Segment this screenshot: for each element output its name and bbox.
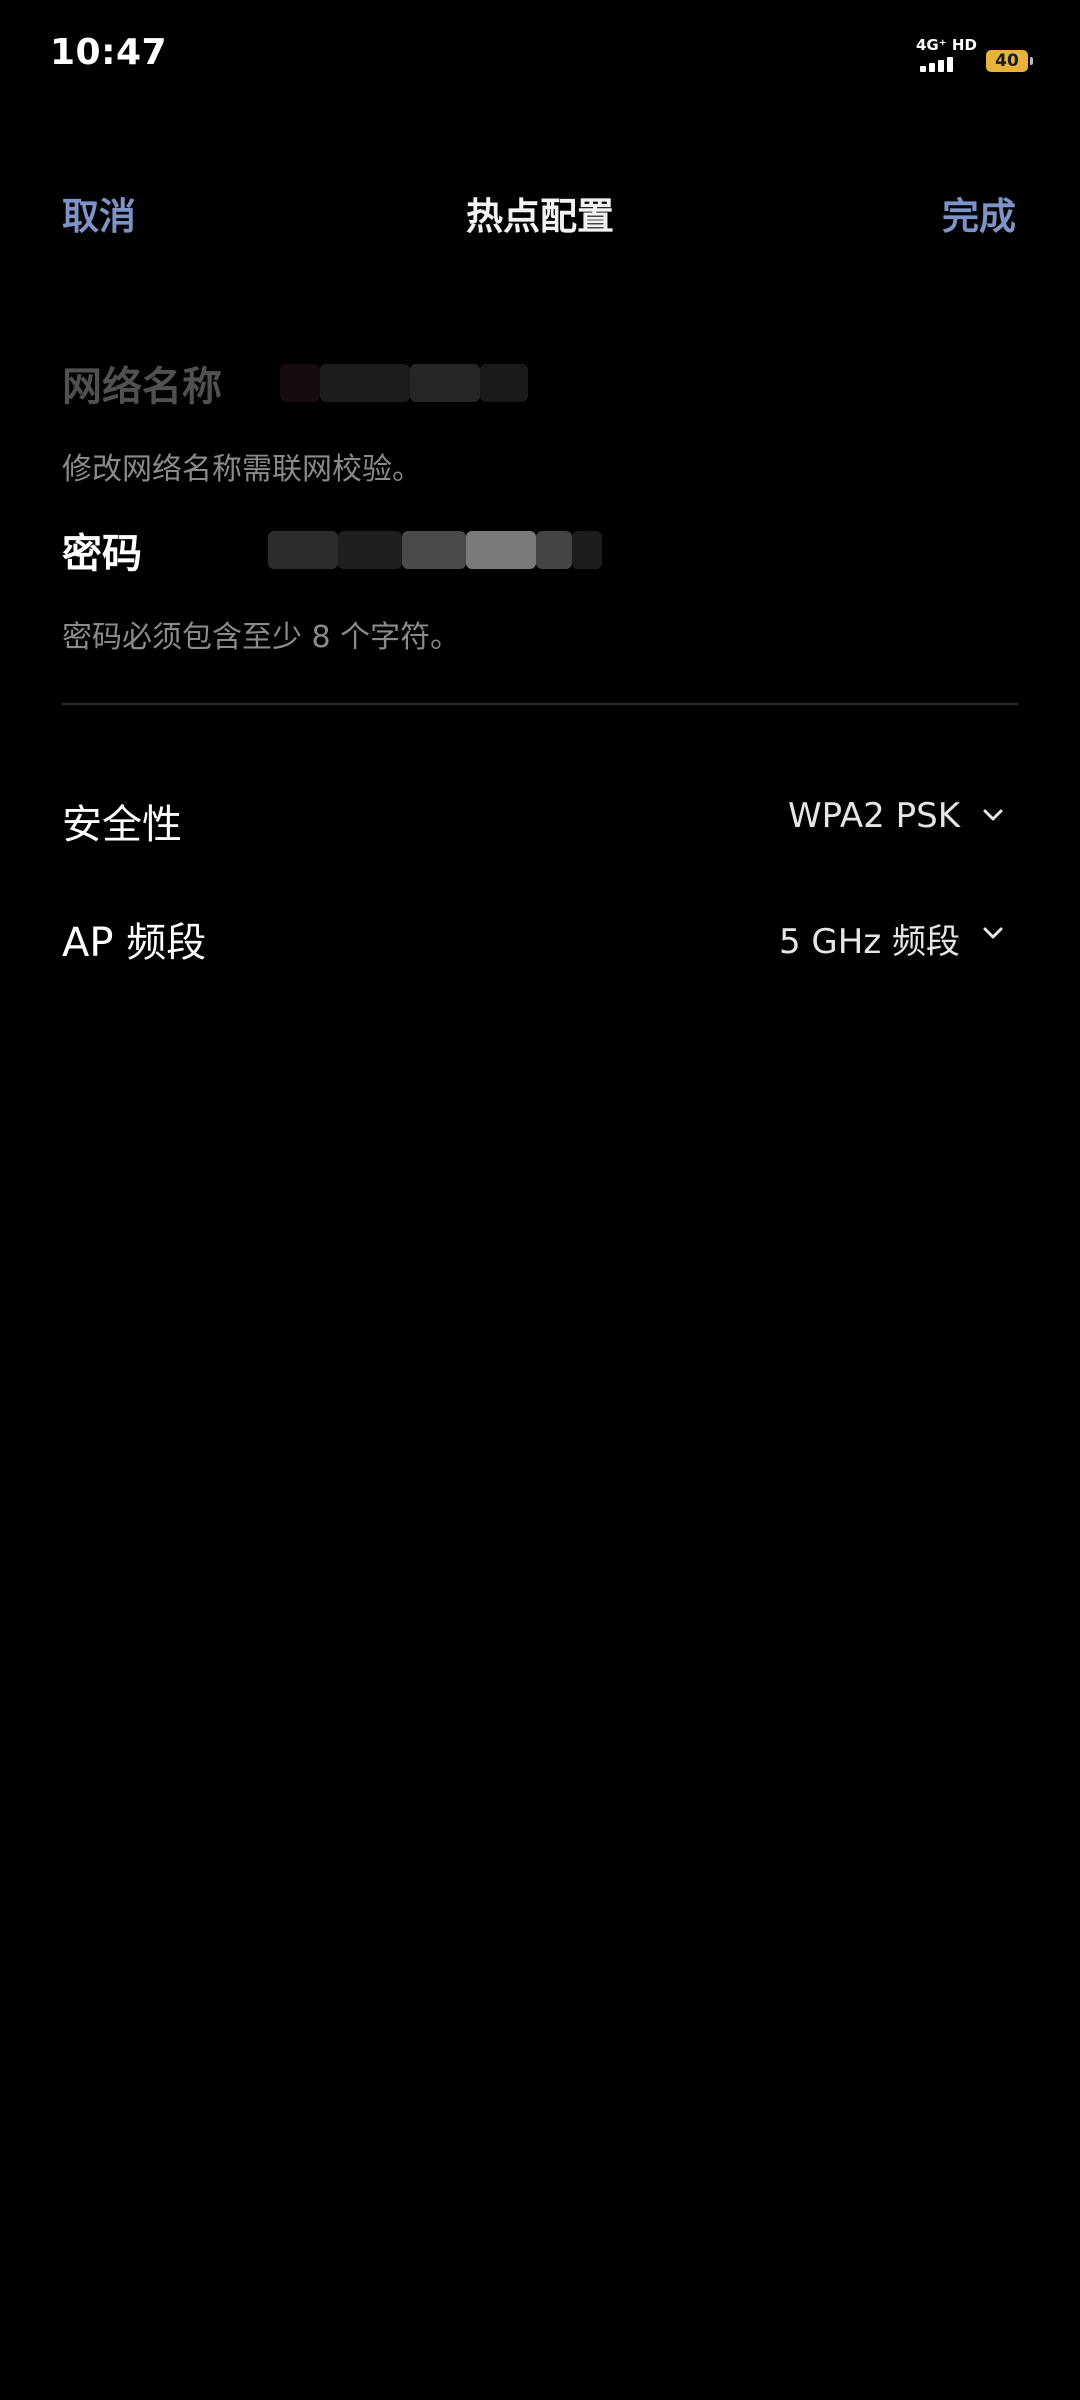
battery-icon: 40 bbox=[986, 50, 1033, 72]
redacted-text bbox=[536, 531, 572, 569]
redacted-text bbox=[402, 531, 466, 569]
password-input[interactable] bbox=[268, 531, 608, 569]
ap-band-row[interactable]: AP 频段 5 GHz 频段 bbox=[62, 896, 1018, 976]
ap-band-value: 5 GHz 频段 bbox=[778, 922, 960, 962]
password-hint: 密码必须包含至少 8 个字符。 bbox=[62, 620, 461, 655]
network-type-label: 4G⁺ HD bbox=[916, 36, 977, 54]
battery-level: 40 bbox=[995, 50, 1019, 71]
status-icons: 4G⁺ HD 40 bbox=[916, 36, 1033, 76]
chevron-down-icon bbox=[983, 809, 1003, 821]
done-button[interactable]: 完成 bbox=[942, 186, 1016, 240]
redacted-text bbox=[410, 364, 480, 402]
section-divider bbox=[62, 703, 1018, 705]
network-name-row: 网络名称 bbox=[62, 348, 1018, 418]
redacted-text bbox=[280, 364, 320, 402]
security-label: 安全性 bbox=[62, 802, 182, 848]
network-name-input bbox=[280, 364, 530, 402]
network-name-hint: 修改网络名称需联网校验。 bbox=[62, 452, 422, 487]
security-value: WPA2 PSK bbox=[787, 796, 960, 836]
security-row[interactable]: 安全性 WPA2 PSK bbox=[62, 778, 1018, 858]
redacted-text bbox=[572, 531, 602, 569]
screen: 10:47 4G⁺ HD 40 取消 热点配置 完成 网络名称 修改网络名称需联… bbox=[0, 0, 1080, 2400]
network-name-label: 网络名称 bbox=[62, 364, 222, 410]
password-row: 密码 bbox=[62, 515, 1018, 585]
redacted-text bbox=[480, 364, 528, 402]
redacted-text bbox=[466, 531, 536, 569]
status-bar: 10:47 4G⁺ HD 40 bbox=[0, 0, 1080, 110]
top-bar: 取消 热点配置 完成 bbox=[0, 170, 1080, 250]
redacted-text bbox=[338, 531, 402, 569]
page-title: 热点配置 bbox=[466, 195, 614, 238]
status-time: 10:47 bbox=[50, 32, 168, 73]
password-label: 密码 bbox=[62, 531, 142, 577]
signal-bars-icon bbox=[920, 57, 953, 72]
chevron-down-icon bbox=[983, 927, 1003, 939]
battery-cap bbox=[1030, 57, 1033, 65]
ap-band-label: AP 频段 bbox=[62, 920, 207, 966]
redacted-text bbox=[320, 364, 410, 402]
network-indicator: 4G⁺ HD bbox=[916, 36, 977, 76]
redacted-text bbox=[268, 531, 338, 569]
